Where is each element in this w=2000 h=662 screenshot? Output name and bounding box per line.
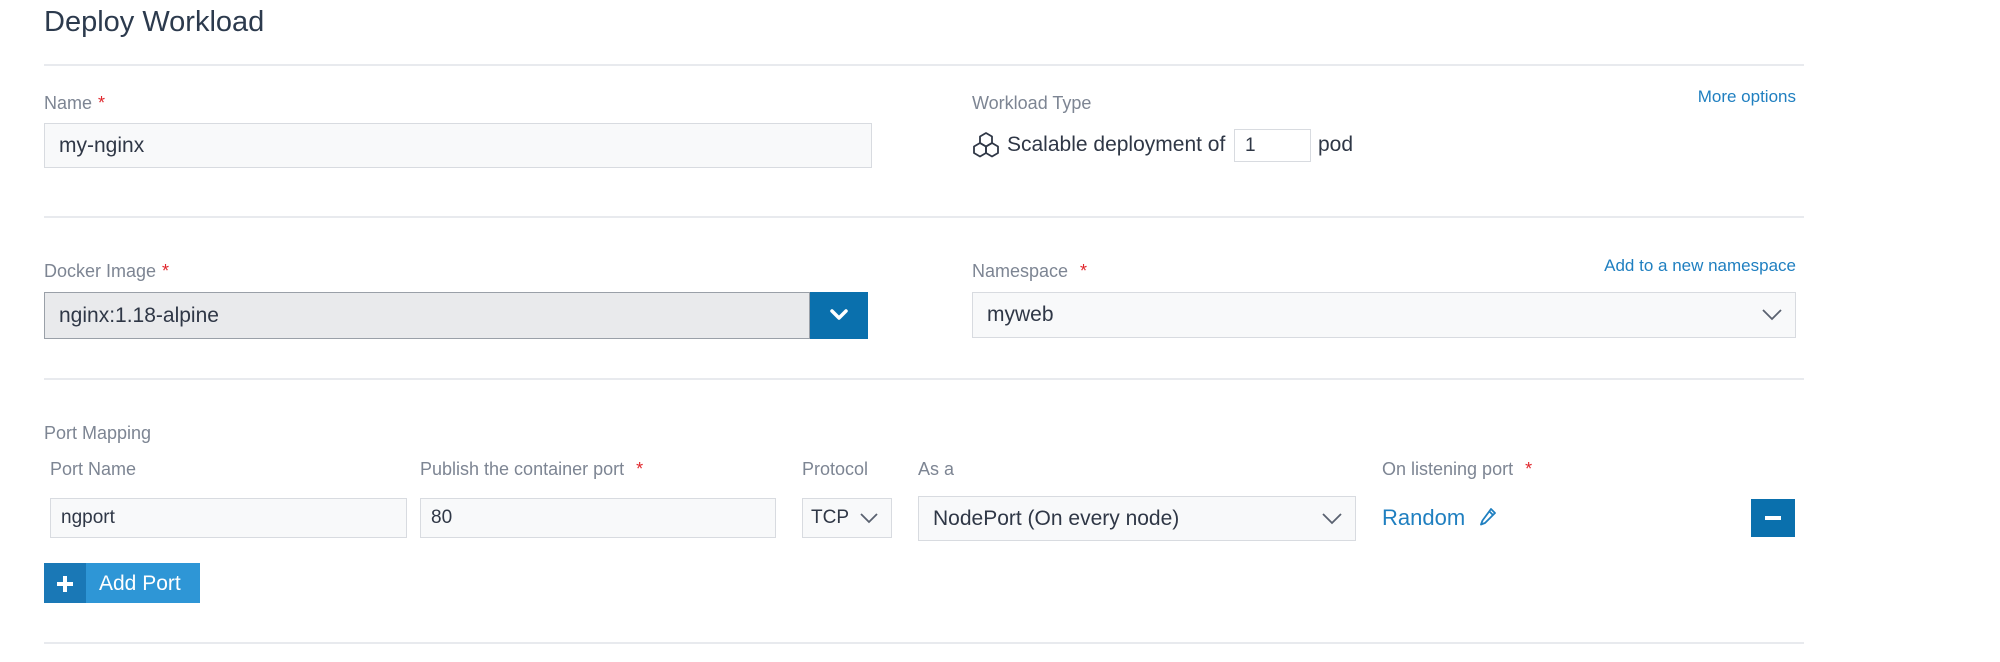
pencil-icon	[1479, 507, 1497, 533]
pod-count-input[interactable]	[1234, 129, 1311, 162]
add-namespace-link[interactable]: Add to a new namespace	[1604, 256, 1796, 276]
port-name-input[interactable]	[50, 498, 407, 538]
as-a-header: As a	[918, 459, 955, 479]
namespace-select[interactable]: myweb	[972, 292, 1796, 338]
divider	[44, 642, 1804, 644]
pod-suffix: pod	[1318, 133, 1354, 156]
remove-port-button[interactable]	[1751, 499, 1795, 537]
divider	[44, 216, 1804, 218]
add-port-button[interactable]: Add Port	[44, 563, 200, 603]
namespace-value: myweb	[987, 303, 1054, 326]
port-name-header: Port Name	[50, 459, 137, 479]
name-label: Name *	[44, 93, 106, 113]
docker-image-input[interactable]	[44, 292, 810, 339]
required-marker: *	[162, 261, 170, 281]
listening-port-header: On listening port *	[1382, 459, 1533, 479]
workload-type-label: Workload Type	[972, 93, 1092, 113]
more-options-link[interactable]: More options	[1698, 87, 1796, 107]
protocol-value: TCP	[811, 507, 849, 528]
publish-port-input[interactable]	[420, 498, 776, 538]
random-port-link[interactable]: Random	[1382, 505, 1497, 533]
add-port-label: Add Port	[99, 572, 181, 595]
required-marker: *	[1525, 459, 1533, 479]
minus-icon	[1765, 516, 1781, 520]
plus-icon	[44, 563, 86, 603]
protocol-select[interactable]: TCP	[802, 498, 892, 538]
required-marker: *	[636, 459, 644, 479]
namespace-label: Namespace *	[972, 261, 1088, 281]
scalable-prefix: Scalable deployment of	[1007, 133, 1226, 156]
random-port-label: Random	[1382, 505, 1466, 530]
divider	[44, 64, 1804, 66]
chevron-down-icon	[1761, 308, 1783, 322]
protocol-header: Protocol	[802, 459, 869, 479]
chevron-down-icon	[1321, 512, 1343, 526]
page-title: Deploy Workload	[44, 6, 265, 38]
docker-image-label: Docker Image *	[44, 261, 170, 281]
publish-port-header: Publish the container port *	[420, 459, 644, 479]
port-mapping-label: Port Mapping	[44, 423, 152, 443]
service-type-value: NodePort (On every node)	[933, 507, 1180, 530]
name-input[interactable]	[44, 123, 872, 168]
docker-image-dropdown-button[interactable]	[810, 292, 868, 339]
required-marker: *	[1080, 261, 1088, 281]
cubes-icon	[972, 131, 1000, 159]
divider	[44, 378, 1804, 380]
required-marker: *	[98, 93, 106, 113]
service-type-select[interactable]: NodePort (On every node)	[918, 496, 1356, 541]
chevron-down-icon	[859, 512, 879, 525]
chevron-down-icon	[830, 308, 848, 322]
